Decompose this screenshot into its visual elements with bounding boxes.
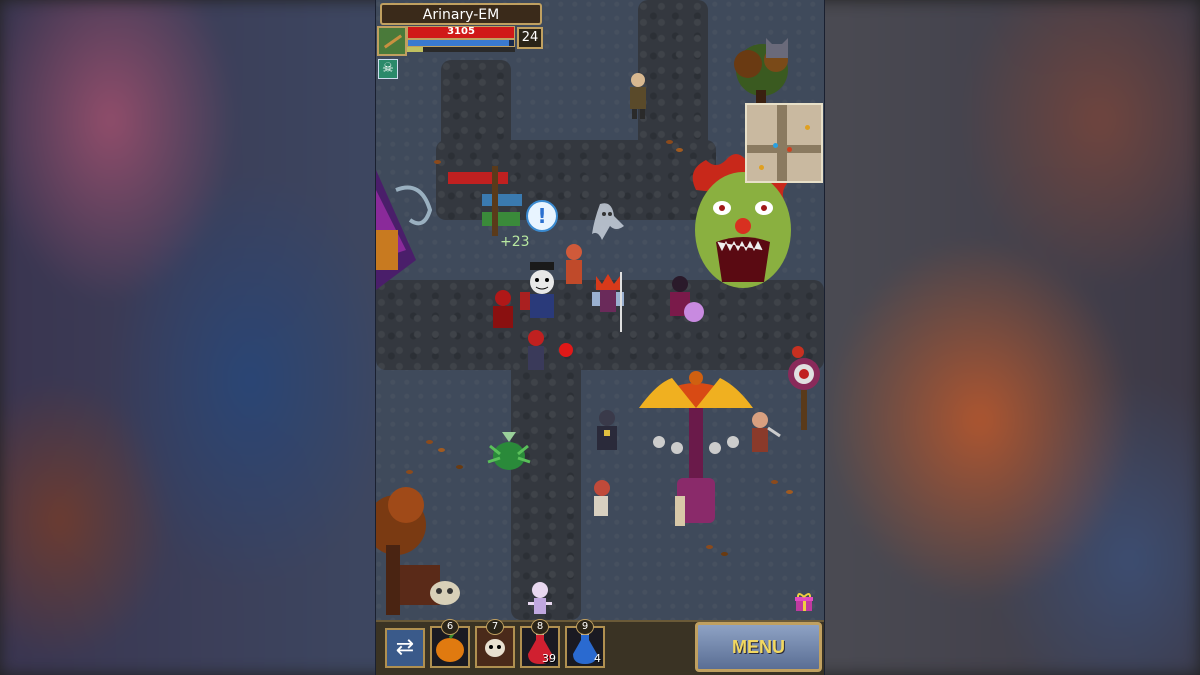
ghost-npc[interactable] xyxy=(586,200,630,244)
quickslot-quantity: 4 xyxy=(594,652,601,665)
mana-bar-fill xyxy=(408,40,509,46)
player-character[interactable] xyxy=(520,262,564,324)
quickslot-3[interactable]: 8 39 xyxy=(520,619,560,668)
leaf xyxy=(676,148,683,152)
green-spider-npc[interactable] xyxy=(484,428,534,476)
skull-decoration xyxy=(430,581,460,605)
target-dummy[interactable] xyxy=(786,344,824,434)
minimap-road xyxy=(747,145,821,153)
leaf xyxy=(406,470,413,474)
player-portrait-icon[interactable] xyxy=(377,26,407,56)
leaf xyxy=(721,552,728,556)
minimap[interactable] xyxy=(745,103,823,183)
red-haired-fighter-npc[interactable] xyxy=(520,328,554,374)
skull-crossbones-icon[interactable]: ☠ xyxy=(378,59,398,79)
leaf xyxy=(426,440,433,444)
minimap-npc-dot xyxy=(787,147,792,152)
quickslot-hotkey: 7 xyxy=(486,619,504,635)
minimap-road xyxy=(777,105,787,181)
leaf xyxy=(706,545,713,549)
minimap-npc-dot xyxy=(805,125,810,130)
experience-bar-fill xyxy=(407,47,424,52)
swap-arrows-icon[interactable]: ⇄ xyxy=(385,628,425,668)
mana-bar xyxy=(407,39,515,47)
leaf xyxy=(771,480,778,484)
quickslot-hotkey: 9 xyxy=(576,619,594,635)
menu-button[interactable]: MENU xyxy=(695,622,822,672)
carousel xyxy=(639,371,753,526)
bandit-npc[interactable] xyxy=(624,70,654,120)
quickslot-quantity: 39 xyxy=(542,652,556,665)
red-warrior-npc[interactable] xyxy=(488,288,518,332)
minimap-player-dot xyxy=(773,143,778,148)
wolf-creature-npc[interactable] xyxy=(764,36,790,62)
quickslot-1[interactable]: 6 xyxy=(430,619,470,668)
quickslot-hotkey: 8 xyxy=(531,619,549,635)
direction-signpost xyxy=(448,166,522,236)
red-orb xyxy=(559,343,573,357)
skeleton-archer-npc[interactable] xyxy=(586,478,620,524)
leaf xyxy=(456,465,463,469)
striped-tent xyxy=(376,170,432,290)
quickslot-2[interactable]: 7 xyxy=(475,619,515,668)
skeleton-npc[interactable] xyxy=(524,580,556,620)
player-name-plate: Arinary-EM xyxy=(380,3,542,25)
quickslot-hotkey: 6 xyxy=(441,619,459,635)
quest-exclamation-bubble[interactable]: ! xyxy=(526,200,558,232)
dark-knight-npc[interactable] xyxy=(590,408,624,458)
scarecrow-npc[interactable] xyxy=(746,410,782,460)
purple-mage-npc[interactable] xyxy=(666,272,706,324)
leaf xyxy=(434,160,441,164)
floating-heal-text: +23 xyxy=(500,234,530,250)
quickslot-4[interactable]: 9 4 xyxy=(565,619,605,668)
health-value: 3105 xyxy=(447,26,475,37)
leaf xyxy=(438,448,445,452)
experience-bar xyxy=(407,47,515,52)
player-level-badge: 24 xyxy=(517,27,543,49)
winged-knight-npc[interactable] xyxy=(590,272,626,332)
health-bar: 3105 xyxy=(407,26,515,39)
leaf xyxy=(666,140,673,144)
fox-mage-npc[interactable] xyxy=(560,240,588,290)
gift-icon[interactable] xyxy=(794,592,814,612)
leaf xyxy=(786,490,793,494)
minimap-npc-dot xyxy=(759,165,764,170)
